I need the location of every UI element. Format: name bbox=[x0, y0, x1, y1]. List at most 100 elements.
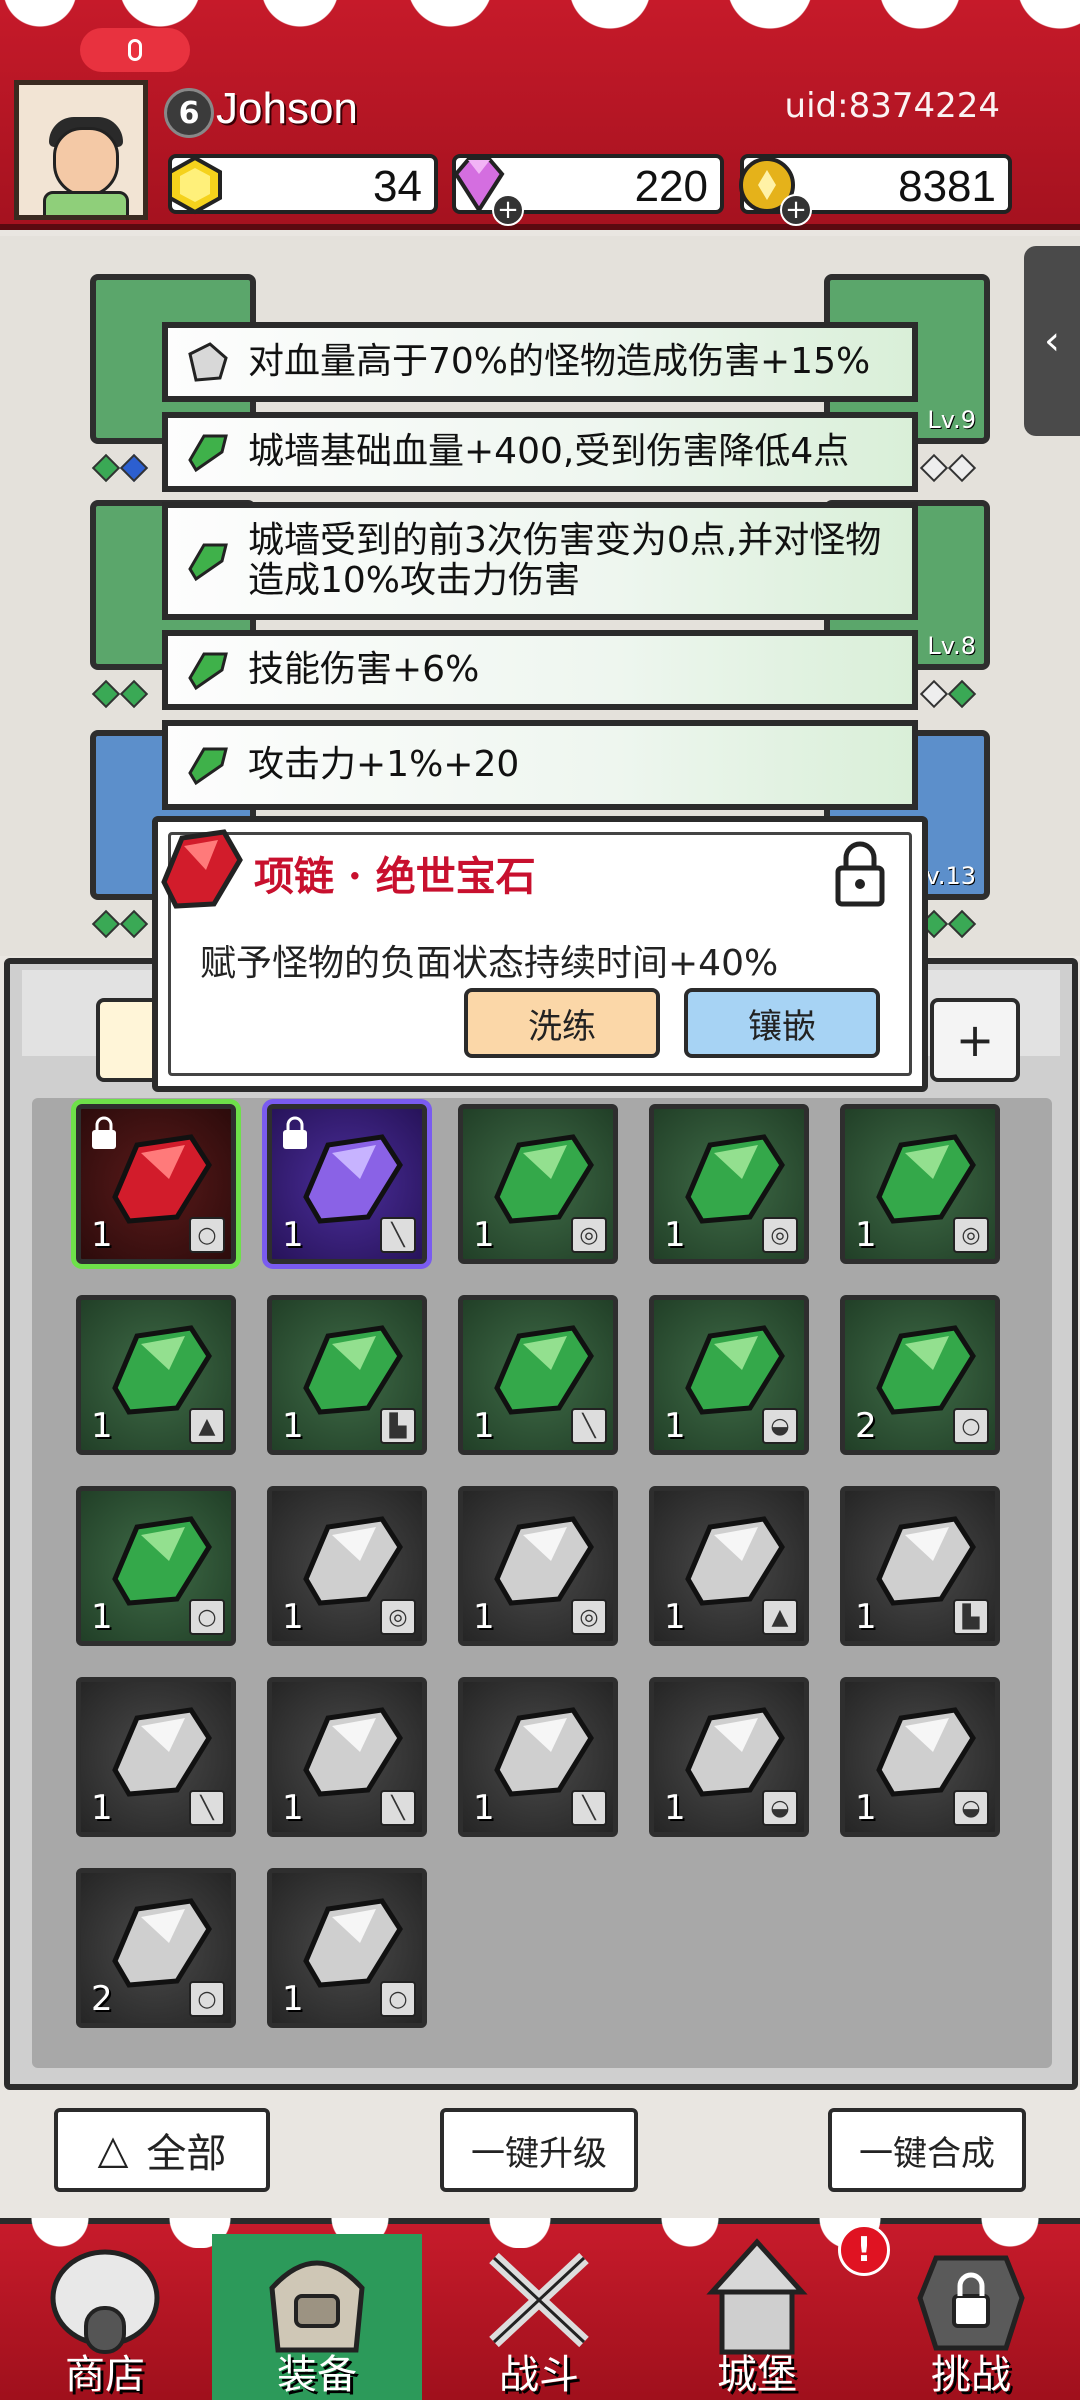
inventory-gem-cell[interactable]: 1 ◎ bbox=[458, 1104, 618, 1264]
voice-pill[interactable] bbox=[80, 28, 190, 72]
refine-button[interactable]: 洗练 bbox=[464, 988, 660, 1058]
boots-slot-icon: ▙ bbox=[380, 1408, 416, 1444]
gem-count: 1 bbox=[855, 1215, 877, 1255]
nav-challenge[interactable]: 挑战 bbox=[866, 2234, 1076, 2400]
bag-icon bbox=[269, 2260, 365, 2353]
affix-text: 技能伤害+6% bbox=[248, 649, 480, 690]
red-gem-icon bbox=[112, 1134, 212, 1224]
inlay-button[interactable]: 镶嵌 bbox=[684, 988, 880, 1058]
inventory-gem-cell[interactable]: 1 ◒ bbox=[840, 1677, 1000, 1837]
currency-coin[interactable]: + 8381 bbox=[739, 154, 1012, 226]
inventory-gem-cell[interactable]: 1 ◎ bbox=[267, 1486, 427, 1646]
green-gem-icon bbox=[188, 652, 228, 691]
gray-gem-icon bbox=[303, 1707, 403, 1797]
green-gem-icon bbox=[188, 434, 228, 473]
equip-level: Lv.9 bbox=[927, 406, 976, 434]
nav-battle[interactable]: 战斗 bbox=[434, 2234, 644, 2400]
filter-all-button[interactable]: △ 全部 bbox=[54, 2108, 270, 2192]
upgrade-all-button[interactable]: 一键升级 bbox=[440, 2108, 638, 2192]
necklace-slot-icon: ○ bbox=[380, 1981, 416, 2017]
green-gem-icon bbox=[494, 1134, 594, 1224]
gem-count: 1 bbox=[282, 1597, 304, 1637]
add-diamond-icon[interactable]: + bbox=[492, 194, 524, 226]
gem-count: 2 bbox=[855, 1406, 877, 1446]
inventory-gem-cell[interactable]: 1 ╲ bbox=[267, 1104, 427, 1264]
currency-gem[interactable]: 34 bbox=[168, 154, 438, 215]
level-badge: 6 bbox=[164, 88, 214, 138]
player-name: Johson bbox=[216, 84, 358, 133]
avatar[interactable] bbox=[14, 80, 148, 220]
nav-label: 装备 bbox=[277, 2352, 357, 2398]
necklace-slot-icon: ○ bbox=[189, 1217, 225, 1253]
nav-castle[interactable]: 城堡 bbox=[652, 2234, 862, 2400]
inventory-gem-cell[interactable]: 1 ◎ bbox=[649, 1104, 809, 1264]
affix-row: 技能伤害+6% bbox=[162, 630, 918, 710]
green-gem-icon bbox=[112, 1325, 212, 1415]
gem-count: 1 bbox=[855, 1597, 877, 1637]
inventory-gem-cell[interactable]: 1 ○ bbox=[76, 1486, 236, 1646]
side-panel-toggle[interactable]: ‹ bbox=[1024, 246, 1080, 436]
purple-gem-icon bbox=[303, 1134, 403, 1224]
nav-label: 城堡 bbox=[717, 2352, 797, 2398]
weapon-slot-icon: ╲ bbox=[571, 1790, 607, 1826]
inventory-gem-cell[interactable]: 1 ▙ bbox=[840, 1486, 1000, 1646]
gray-gem-icon bbox=[303, 1898, 403, 1988]
gem-count: 1 bbox=[91, 1597, 113, 1637]
gem-count: 1 bbox=[664, 1215, 686, 1255]
green-gem-icon bbox=[494, 1325, 594, 1415]
slot-gem-indicators bbox=[919, 679, 977, 714]
green-gem-icon bbox=[188, 747, 228, 786]
inventory-gem-cell[interactable]: 1 ◒ bbox=[649, 1677, 809, 1837]
helmet-slot-icon: ◒ bbox=[762, 1790, 798, 1826]
gem-count: 1 bbox=[91, 1215, 113, 1255]
weapon-slot-icon: ╲ bbox=[380, 1217, 416, 1253]
gray-gem-icon bbox=[876, 1516, 976, 1606]
weapon-slot-icon: ╲ bbox=[571, 1408, 607, 1444]
inventory-gem-cell[interactable]: 1 ╲ bbox=[267, 1677, 427, 1837]
gem-count: 1 bbox=[473, 1215, 495, 1255]
inventory-gem-cell[interactable]: 1 ○ bbox=[267, 1868, 427, 2028]
inventory-gem-cell[interactable]: 1 ▲ bbox=[649, 1486, 809, 1646]
inventory-gem-cell[interactable]: 1 ▲ bbox=[76, 1295, 236, 1455]
inventory-gem-cell[interactable]: 1 ○ bbox=[76, 1104, 236, 1264]
inventory-gem-cell[interactable]: 1 ◎ bbox=[840, 1104, 1000, 1264]
inventory-gem-cell[interactable]: 1 ╲ bbox=[76, 1677, 236, 1837]
inventory-gem-cell[interactable]: 1 ◎ bbox=[458, 1486, 618, 1646]
inventory-gem-cell[interactable]: 1 ▙ bbox=[267, 1295, 427, 1455]
gray-gem-icon bbox=[494, 1516, 594, 1606]
green-gem-icon bbox=[685, 1134, 785, 1224]
lock-icon[interactable] bbox=[832, 838, 888, 908]
gray-gem-icon bbox=[303, 1516, 403, 1606]
top-bar: 6 Johson uid:8374224 34 + 220 + 8381 bbox=[0, 0, 1080, 230]
add-coin-icon[interactable]: + bbox=[780, 194, 812, 226]
currency-diamond[interactable]: + 220 bbox=[452, 154, 724, 226]
gem-count: 1 bbox=[664, 1406, 686, 1446]
inventory-gem-cell[interactable]: 2 ○ bbox=[76, 1868, 236, 2028]
lock-icon bbox=[283, 1116, 307, 1149]
avatar-face bbox=[53, 127, 119, 197]
nav-shop[interactable]: 商店 bbox=[0, 2234, 210, 2400]
red-gem-icon bbox=[161, 829, 243, 909]
gem-count: 1 bbox=[664, 1788, 686, 1828]
gem-title: 项链 · 绝世宝石 bbox=[254, 853, 536, 900]
nav-label: 商店 bbox=[65, 2352, 145, 2398]
weapon-slot-icon: ╲ bbox=[189, 1790, 225, 1826]
inventory-gem-cell[interactable]: 1 ╲ bbox=[458, 1295, 618, 1455]
currency-coin-value: 8381 bbox=[898, 162, 996, 211]
expand-button[interactable]: + bbox=[930, 998, 1020, 1082]
merge-all-button[interactable]: 一键合成 bbox=[828, 2108, 1026, 2192]
inventory-gem-cell[interactable]: 2 ○ bbox=[840, 1295, 1000, 1455]
gem-count: 1 bbox=[91, 1788, 113, 1828]
affix-text: 对血量高于70%的怪物造成伤害+15% bbox=[248, 341, 871, 382]
nav-equipment[interactable]: 装备 bbox=[212, 2234, 422, 2400]
gem-detail-popup: 项链 · 绝世宝石 赋予怪物的负面状态持续时间+40% 洗练 镶嵌 bbox=[152, 816, 928, 1092]
chevron-left-icon: ‹ bbox=[1044, 318, 1060, 364]
inventory-gem-cell[interactable]: 1 ╲ bbox=[458, 1677, 618, 1837]
player-uid: uid:8374224 bbox=[784, 86, 1000, 126]
microphone-icon bbox=[128, 39, 142, 61]
gem-count: 1 bbox=[473, 1406, 495, 1446]
inventory-gem-cell[interactable]: 1 ◒ bbox=[649, 1295, 809, 1455]
green-gem-icon bbox=[685, 1325, 785, 1415]
castle-icon bbox=[706, 2238, 808, 2355]
gem-count: 1 bbox=[473, 1597, 495, 1637]
